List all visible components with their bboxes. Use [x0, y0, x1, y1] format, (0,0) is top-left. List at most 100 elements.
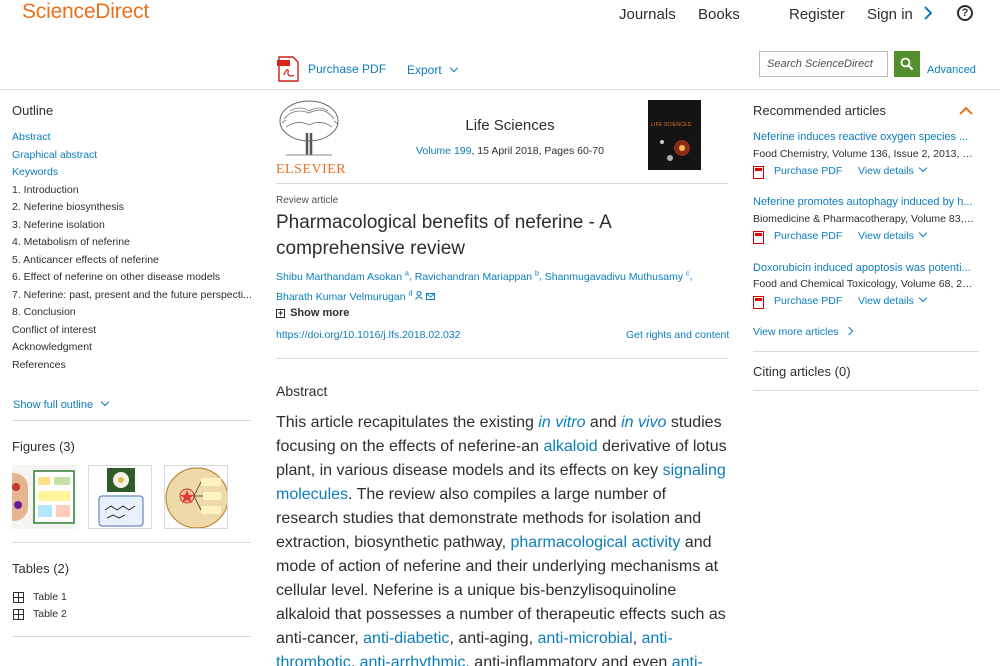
- topic-link[interactable]: pharmacological activity: [511, 534, 681, 551]
- chevron-down-icon: [918, 293, 928, 303]
- publisher-name: ELSEVIER: [276, 162, 347, 177]
- outline-item-anticancer[interactable]: 5. Anticancer effects of neferine: [12, 254, 252, 266]
- volume-link[interactable]: Volume 199: [416, 145, 471, 157]
- author-link[interactable]: Shanmugavadivu Muthusamy c: [545, 270, 690, 283]
- expand-icon: +: [276, 308, 285, 318]
- search-input[interactable]: [759, 51, 888, 77]
- outline-item-disease-models[interactable]: 6. Effect of neferine on other disease m…: [12, 271, 252, 283]
- outline-item-metabolism[interactable]: 4. Metabolism of neferine: [12, 236, 252, 248]
- outline-item-conflict[interactable]: Conflict of interest: [12, 324, 252, 336]
- view-more-articles-link[interactable]: View more articles: [753, 326, 853, 338]
- figures-title: Figures (3): [12, 439, 75, 454]
- journal-cover[interactable]: LIFE SCIENCES: [648, 100, 701, 170]
- person-icon: [415, 291, 424, 300]
- author-link[interactable]: Bharath Kumar Velmurugan d: [276, 291, 412, 304]
- pdf-icon: [753, 296, 764, 309]
- topic-link[interactable]: anti-diabetic: [363, 630, 449, 647]
- elsevier-logo[interactable]: ELSEVIER: [276, 99, 346, 177]
- search-button[interactable]: [894, 51, 920, 77]
- outline-item-future[interactable]: 7. Neferine: past, present and the futur…: [12, 289, 252, 301]
- topic-link[interactable]: anti-: [672, 654, 703, 666]
- pdf-icon: [753, 166, 764, 179]
- outline-divider: [12, 420, 251, 421]
- author-list: Shibu Marthandam Asokan a, Ravichandran …: [276, 270, 693, 304]
- recommended-article-3-source: Food and Chemical Toxicology, Volume 68,…: [753, 278, 975, 290]
- email-icon[interactable]: [426, 293, 436, 300]
- get-rights-link[interactable]: Get rights and content: [626, 329, 729, 341]
- topic-link[interactable]: anti-microbial: [538, 630, 633, 647]
- doi-link[interactable]: https://doi.org/10.1016/j.lfs.2018.02.03…: [276, 329, 460, 341]
- table-2-link[interactable]: Table 2: [13, 608, 133, 622]
- purchase-pdf-link[interactable]: Purchase PDF: [308, 62, 386, 76]
- recommended-3-view-details[interactable]: View details: [858, 293, 928, 307]
- article-title: Pharmacological benefits of neferine - A…: [276, 212, 611, 259]
- outline-item-references[interactable]: References: [12, 359, 252, 371]
- pdf-icon[interactable]: [276, 56, 300, 82]
- outline-title: Outline: [12, 103, 54, 118]
- chevron-up-icon[interactable]: [959, 106, 973, 116]
- show-full-outline-label: Show full outline: [13, 399, 94, 411]
- search-icon: [900, 57, 914, 71]
- recommended-article-1-source: Food Chemistry, Volume 136, Issue 2, 201…: [753, 148, 975, 160]
- recommended-2-purchase-pdf[interactable]: Purchase PDF: [774, 230, 842, 242]
- topic-link[interactable]: anti-arrhythmic: [360, 654, 466, 666]
- recommended-3-purchase-pdf[interactable]: Purchase PDF: [774, 295, 842, 307]
- topic-link[interactable]: in vivo: [621, 414, 666, 431]
- topic-link[interactable]: in vitro: [538, 414, 585, 431]
- nav-books[interactable]: Books: [698, 6, 740, 23]
- outline-item-isolation[interactable]: 3. Neferine isolation: [12, 219, 252, 231]
- outline-item-introduction[interactable]: 1. Introduction: [12, 184, 252, 196]
- cover-artwork: [660, 140, 690, 161]
- show-more-button[interactable]: + Show more: [276, 307, 349, 319]
- help-icon[interactable]: ?: [957, 5, 973, 21]
- author-link[interactable]: Shibu Marthandam Asokan a: [276, 270, 409, 283]
- recommended-article-3-title[interactable]: Doxorubicin induced apoptosis was potent…: [753, 262, 975, 274]
- chevron-right-icon: [844, 326, 853, 336]
- show-full-outline-button[interactable]: Show full outline: [13, 397, 110, 411]
- pdf-icon: [753, 231, 764, 244]
- recommended-article-1-title[interactable]: Neferine induces reactive oxygen species…: [753, 131, 975, 143]
- issue-info: Volume 199, 15 April 2018, Pages 60-70: [395, 145, 625, 157]
- table-2-label: Table 2: [33, 608, 67, 620]
- chevron-right-icon: [924, 6, 933, 20]
- elsevier-tree-icon: [279, 100, 339, 156]
- citing-articles-title[interactable]: Citing articles (0): [753, 364, 851, 379]
- recommended-article-2-source: Biomedicine & Pharmacotherapy, Volume 83…: [753, 213, 975, 225]
- nav-journals[interactable]: Journals: [619, 6, 676, 23]
- outline-item-conclusion[interactable]: 8. Conclusion: [12, 306, 252, 318]
- tables-divider: [12, 636, 251, 637]
- outline-item-biosynthesis[interactable]: 2. Neferine biosynthesis: [12, 201, 252, 213]
- recommended-article-2-title[interactable]: Neferine promotes autophagy induced by h…: [753, 196, 975, 208]
- topic-link[interactable]: alkaloid: [543, 438, 597, 455]
- table-icon: [13, 609, 24, 620]
- sciencedirect-logo[interactable]: ScienceDirect: [22, 0, 149, 24]
- recommended-1-view-details[interactable]: View details: [858, 163, 928, 177]
- outline-item-keywords[interactable]: Keywords: [12, 166, 252, 178]
- outline-item-graphical-abstract[interactable]: Graphical abstract: [12, 149, 252, 161]
- export-dropdown[interactable]: Export: [407, 63, 459, 77]
- nav-register[interactable]: Register: [789, 6, 845, 23]
- header-divider: [0, 89, 1000, 90]
- outline-item-abstract[interactable]: Abstract: [12, 131, 252, 143]
- sign-in-label: Sign in: [867, 6, 913, 23]
- recommended-1-purchase-pdf[interactable]: Purchase PDF: [774, 165, 842, 177]
- figure-thumbnail-1[interactable]: [12, 465, 76, 529]
- export-label: Export: [407, 63, 442, 77]
- issue-rest: , 15 April 2018, Pages 60-70: [471, 145, 604, 157]
- journal-title-link[interactable]: Life Sciences: [410, 117, 610, 134]
- tables-title: Tables (2): [12, 561, 70, 576]
- show-more-label: Show more: [290, 307, 350, 319]
- table-1-link[interactable]: Table 1: [13, 591, 133, 605]
- author-link[interactable]: Ravichandran Mariappan b: [415, 270, 539, 283]
- chevron-down-icon: [918, 163, 928, 173]
- figure-thumbnail-2[interactable]: [88, 465, 152, 529]
- article-header-divider: [276, 358, 728, 359]
- figure-thumbnail-3[interactable]: [164, 465, 228, 529]
- recommended-2-view-details[interactable]: View details: [858, 228, 928, 242]
- advanced-search-link[interactable]: Advanced: [927, 64, 976, 76]
- journal-divider: [276, 183, 728, 184]
- outline-item-acknowledgment[interactable]: Acknowledgment: [12, 341, 252, 353]
- citing-divider: [753, 390, 979, 391]
- chevron-down-icon: [100, 397, 110, 407]
- nav-sign-in[interactable]: Sign in: [867, 6, 933, 23]
